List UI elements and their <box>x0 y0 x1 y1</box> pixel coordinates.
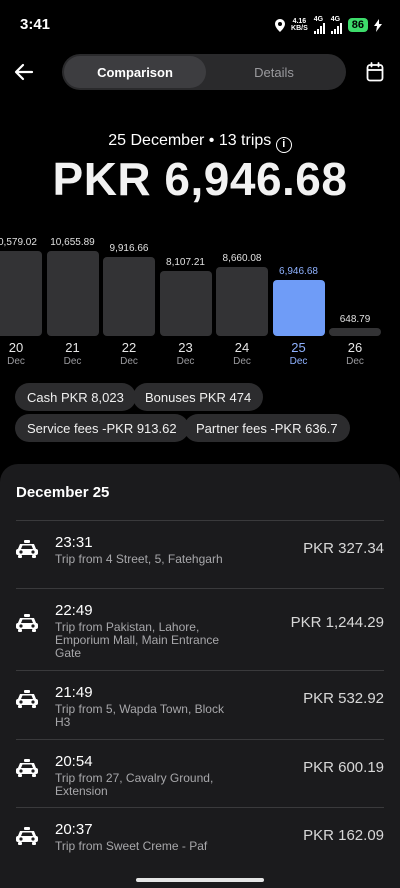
summary-subtitle: 25 December • 13 trips i <box>0 132 400 153</box>
trip-amount: PKR 162.09 <box>303 827 384 844</box>
trip-time: 20:54 <box>55 753 93 770</box>
breakdown-chip: Bonuses PKR 474 <box>133 383 264 411</box>
info-icon[interactable]: i <box>275 137 292 153</box>
battery-icon: 86 <box>347 18 368 32</box>
trip-row[interactable]: 21:49 Trip from 5, Wapda Town, Block H3 PK… <box>16 670 384 739</box>
calendar-icon[interactable] <box>366 62 384 82</box>
chart-day-label: 22 <box>121 340 137 355</box>
daily-earnings-chart: 0,579.02 20 Dec 10,655.89 21 Dec 9,916.66 22 Dec… <box>0 230 400 370</box>
trip-description: Trip from Sweet Creme - Paf <box>55 839 208 853</box>
trip-description: Trip from 4 Street, 5, Fatehgarh <box>55 552 223 566</box>
taxi-icon <box>16 759 38 777</box>
trip-time: 21:49 <box>55 684 93 701</box>
signal-icon: 4G <box>313 16 325 34</box>
tab-comparison[interactable]: Comparison <box>64 56 206 88</box>
trip-row[interactable]: 20:37 Trip from Sweet Creme - Paf PKR 162.… <box>16 807 384 867</box>
taxi-icon <box>16 614 38 632</box>
chart-bar[interactable] <box>103 256 155 336</box>
chart-bar-selected[interactable] <box>272 280 325 336</box>
chart-bar[interactable] <box>46 250 99 336</box>
summary-trips: 13 trips <box>218 132 272 149</box>
chart-bar[interactable] <box>216 266 268 336</box>
net-speed-value: 4.16 <box>292 18 307 25</box>
chart-month-label: Dec <box>63 356 82 367</box>
breakdown-chip: Partner fees -PKR 636.7 <box>184 414 350 442</box>
status-bar: 3:41 4.16 KB/S 4G 4G 86 <box>0 0 400 50</box>
chart-bar[interactable] <box>159 271 212 336</box>
summary-date: 25 December <box>108 132 205 149</box>
trips-sheet: December 25 23:31 Trip from 4 Street, 5, … <box>0 464 400 888</box>
chart-day-label: 23 <box>178 340 193 355</box>
chart-day-label: 20 <box>8 340 24 355</box>
view-segmented-control: Comparison Details <box>62 54 346 90</box>
chart-bar[interactable] <box>329 328 381 336</box>
tab-details[interactable]: Details <box>204 56 344 88</box>
net-speed-unit: KB/S <box>291 25 308 32</box>
network-type-1: 4G <box>313 16 324 23</box>
trip-time: 22:49 <box>55 602 93 619</box>
summary-separator: • <box>208 132 215 149</box>
trip-row[interactable]: 20:54 Trip from 27, Cavalry Ground, Exten… <box>16 739 384 807</box>
chart-month-label: Dec <box>233 356 251 367</box>
chart-month-label: Dec <box>289 356 308 367</box>
breakdown-chip: Cash PKR 8,023 <box>15 383 136 411</box>
chart-month-label: Dec <box>7 356 25 367</box>
trip-amount: PKR 532.92 <box>303 690 384 707</box>
taxi-icon <box>16 690 38 708</box>
taxi-icon <box>16 540 38 558</box>
signal-icon-2: 4G <box>330 16 342 34</box>
chart-bar-value-label: 6,946.68 <box>279 266 318 278</box>
network-type-2: 4G <box>330 16 341 23</box>
trip-description: Trip from 5, Wapda Town, Block H3 <box>55 702 224 729</box>
location-icon <box>275 18 286 32</box>
chart-day-label: 21 <box>65 340 80 355</box>
status-icons: 4.16 KB/S 4G 4G 86 <box>275 16 382 34</box>
charging-icon <box>374 18 382 32</box>
chart-bar-value-label: 9,916.66 <box>109 242 149 254</box>
chart-month-label: Dec <box>176 356 195 367</box>
chart-day-label: 26 <box>347 340 363 355</box>
net-speed: 4.16 KB/S <box>291 18 308 32</box>
status-time: 3:41 <box>20 16 51 33</box>
trip-description: Trip from 27, Cavalry Ground, Extension <box>55 771 214 798</box>
trip-description: Trip from Pakistan, Lahore, Emporium Mal… <box>55 620 220 660</box>
chart-month-label: Dec <box>346 356 364 367</box>
back-arrow-icon[interactable] <box>12 60 36 84</box>
chart-month-label: Dec <box>120 356 138 367</box>
trip-amount: PKR 600.19 <box>303 759 384 776</box>
chart-day-label: 25 <box>291 340 306 355</box>
home-indicator[interactable] <box>136 878 264 882</box>
trip-time: 20:37 <box>55 821 93 838</box>
taxi-icon <box>16 827 38 845</box>
chart-day-label: 24 <box>234 340 250 355</box>
breakdown-chip: Service fees -PKR 913.62 <box>15 414 189 442</box>
trips-date-heading: December 25 <box>16 484 110 501</box>
trip-time: 23:31 <box>55 534 93 551</box>
trip-amount: PKR 327.34 <box>303 540 384 557</box>
chart-bar[interactable] <box>0 251 42 336</box>
chart-bar-value-label: 8,660.08 <box>222 252 262 264</box>
trip-row[interactable]: 22:49 Trip from Pakistan, Lahore, Emporiu… <box>16 588 384 670</box>
chart-bar-value-label: 648.79 <box>339 314 371 325</box>
summary-total: PKR 6,946.68 <box>52 153 348 205</box>
trip-row[interactable]: 23:31 Trip from 4 Street, 5, Fatehgarh PKR… <box>16 520 384 588</box>
trip-amount: PKR 1,244.29 <box>290 614 384 631</box>
